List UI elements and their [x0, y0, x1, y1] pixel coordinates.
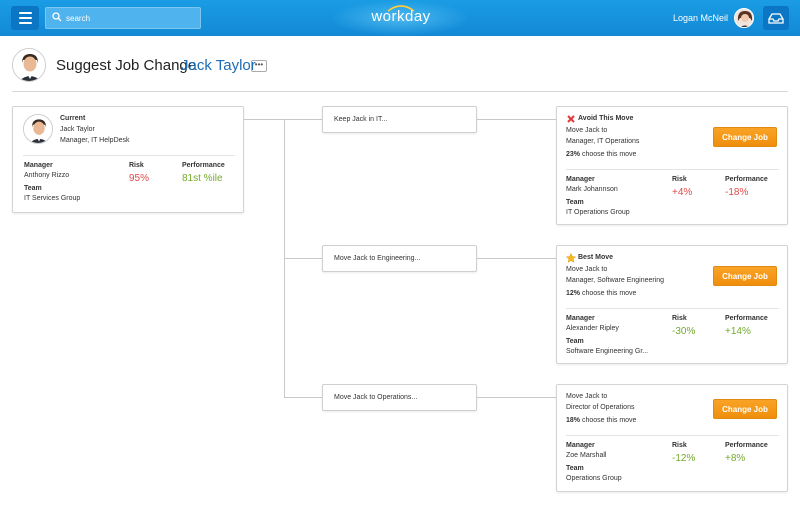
result-line2: Director of Operations — [566, 404, 635, 411]
current-position: Manager, IT HelpDesk — [60, 137, 130, 144]
choice-percent: 23% — [566, 151, 581, 158]
change-job-button[interactable]: Change Job — [713, 399, 777, 419]
option-label: Move Jack to Engineering... — [334, 255, 421, 262]
risk-label: Risk — [672, 442, 687, 449]
performance-value: +14% — [725, 326, 751, 337]
search-icon — [52, 12, 62, 22]
top-bar: workday Logan McNeil — [0, 0, 800, 36]
connector-line — [244, 119, 322, 120]
change-job-button[interactable]: Change Job — [713, 266, 777, 286]
performance-value: +8% — [725, 453, 746, 464]
option-label: Move Jack to Operations... — [334, 394, 418, 401]
manager-name: Anthony Rizzo — [24, 172, 70, 179]
card-divider — [566, 308, 779, 309]
performance-value: -18% — [725, 187, 749, 198]
current-position-card: Current Jack Taylor Manager, IT HelpDesk… — [12, 106, 244, 213]
risk-value: 95% — [129, 173, 150, 184]
performance-label: Performance — [725, 442, 768, 449]
manager-label: Manager — [566, 176, 595, 183]
choice-text: choose this move — [581, 151, 637, 158]
card-divider — [23, 155, 235, 156]
result-line2: Manager, Software Engineering — [566, 277, 665, 284]
choice-text: choose this move — [581, 417, 637, 424]
performance-label: Performance — [725, 176, 768, 183]
current-name: Jack Taylor — [60, 126, 95, 133]
performance-label: Performance — [182, 162, 225, 169]
avatar-female-icon — [735, 9, 753, 27]
worker-name-link[interactable]: Jack Taylor — [181, 57, 256, 74]
hamburger-icon — [18, 12, 32, 14]
connector-line — [477, 119, 556, 120]
option-move-to-engineering[interactable]: Move Jack to Engineering... — [322, 245, 477, 272]
risk-value: +4% — [672, 187, 693, 198]
option-move-to-operations[interactable]: Move Jack to Operations... — [322, 384, 477, 411]
result-card-software-engineering: Best Move Move Jack to Manager, Software… — [556, 245, 788, 364]
star-icon — [566, 253, 576, 263]
result-line1: Move Jack to — [566, 266, 608, 273]
connector-line — [284, 397, 322, 398]
result-line1: Move Jack to — [566, 127, 608, 134]
worker-avatar — [12, 48, 46, 82]
team-label: Team — [566, 199, 584, 206]
result-line1: Move Jack to — [566, 393, 608, 400]
result-badge: Avoid This Move — [578, 115, 634, 122]
avatar-male-icon — [24, 115, 52, 143]
manager-label: Manager — [566, 442, 595, 449]
connector-line — [477, 397, 556, 398]
choice-text: choose this move — [581, 290, 637, 297]
inbox-icon — [768, 13, 784, 24]
inbox-button[interactable] — [763, 6, 789, 30]
card-divider — [566, 169, 779, 170]
team-label: Team — [566, 338, 584, 345]
manager-name: Mark Johannson — [566, 186, 618, 193]
search-input[interactable] — [66, 10, 196, 26]
team-name: IT Operations Group — [566, 209, 630, 216]
risk-label: Risk — [672, 176, 687, 183]
choice-stat: 23% choose this move — [566, 151, 636, 158]
manager-label: Manager — [566, 315, 595, 322]
option-keep-in-it[interactable]: Keep Jack in IT... — [322, 106, 477, 133]
choice-percent: 18% — [566, 417, 581, 424]
risk-label: Risk — [129, 162, 144, 169]
user-avatar[interactable] — [734, 8, 754, 28]
option-label: Keep Jack in IT... — [334, 116, 388, 123]
menu-button[interactable] — [11, 6, 39, 30]
performance-value: 81st %ile — [182, 173, 223, 184]
result-line2: Manager, IT Operations — [566, 138, 640, 145]
result-badge: Best Move — [578, 254, 614, 261]
related-actions-button[interactable]: ••• — [251, 60, 267, 72]
risk-value: -12% — [672, 453, 696, 464]
team-label: Team — [566, 465, 584, 472]
manager-name: Zoe Marshall — [566, 452, 607, 459]
change-job-button[interactable]: Change Job — [713, 127, 777, 147]
choice-stat: 12% choose this move — [566, 290, 636, 297]
manager-label: Manager — [24, 162, 53, 169]
result-card-it-operations: Avoid This Move Move Jack to Manager, IT… — [556, 106, 788, 225]
connector-line — [477, 258, 556, 259]
card-divider — [566, 435, 779, 436]
user-name[interactable]: Logan McNeil — [673, 13, 728, 23]
risk-label: Risk — [672, 315, 687, 322]
result-card-director-operations: Move Jack to Director of Operations 18% … — [556, 384, 788, 492]
performance-label: Performance — [725, 315, 768, 322]
header-divider — [12, 91, 788, 92]
team-name: Operations Group — [566, 475, 622, 482]
current-heading: Current — [60, 115, 86, 122]
connector-line — [284, 258, 322, 259]
risk-value: -30% — [672, 326, 696, 337]
avatar-male-icon — [13, 49, 45, 81]
choice-stat: 18% choose this move — [566, 417, 636, 424]
page-title: Suggest Job Change — [56, 57, 197, 74]
workday-logo[interactable]: workday — [366, 8, 436, 25]
search-box[interactable] — [45, 7, 201, 29]
team-name: IT Services Group — [24, 195, 81, 202]
x-mark-icon — [567, 115, 575, 123]
manager-name: Alexander Ripley — [566, 325, 619, 332]
current-avatar — [23, 114, 53, 144]
choice-percent: 12% — [566, 290, 581, 297]
team-label: Team — [24, 185, 42, 192]
team-name: Software Engineering Gr... — [566, 348, 649, 355]
